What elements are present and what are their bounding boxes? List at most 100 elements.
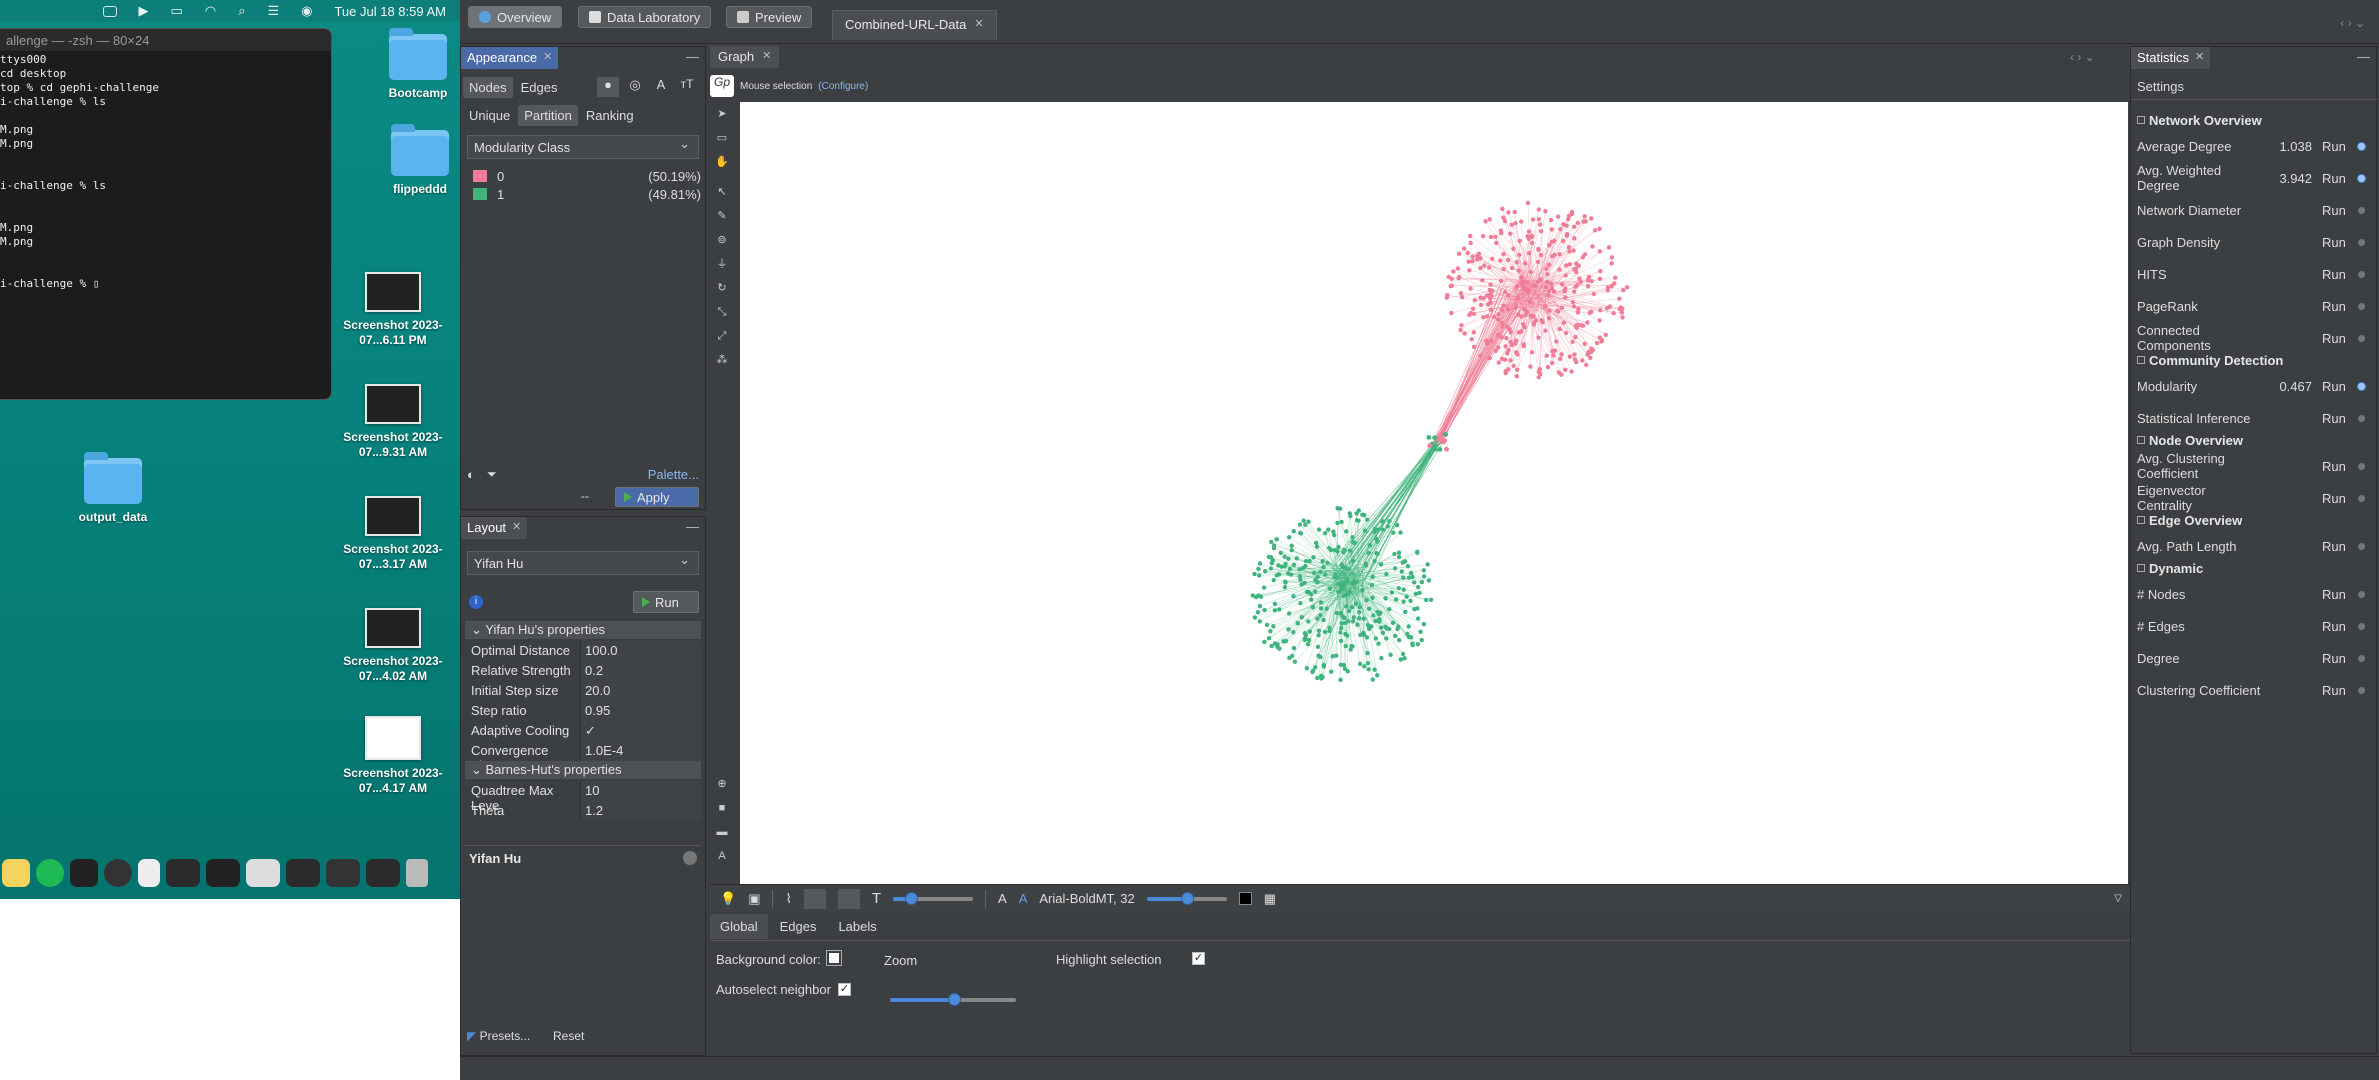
- node[interactable]: [1478, 302, 1484, 308]
- node[interactable]: [1603, 332, 1609, 337]
- stat-run-button[interactable]: Run: [2322, 683, 2350, 698]
- property-row[interactable]: Convergence Thres 1.0E-4: [465, 741, 701, 773]
- tab-global[interactable]: Global: [710, 914, 768, 939]
- node[interactable]: [1607, 304, 1613, 309]
- node-tool-icon[interactable]: ⁂: [714, 352, 730, 368]
- node[interactable]: [1433, 446, 1438, 452]
- stat-run-button[interactable]: Run: [2322, 267, 2350, 282]
- node[interactable]: [1268, 628, 1273, 634]
- slider-knob[interactable]: [1180, 891, 1194, 905]
- tab-statistics[interactable]: Statistics ✕: [2131, 47, 2211, 69]
- filter-icon[interactable]: ⏷: [487, 467, 497, 482]
- node[interactable]: [1282, 564, 1287, 569]
- node[interactable]: [1287, 655, 1292, 661]
- close-icon[interactable]: ✕: [543, 50, 552, 66]
- recent-window-icon[interactable]: [166, 859, 200, 887]
- node[interactable]: [1514, 373, 1519, 379]
- node[interactable]: [1484, 314, 1490, 319]
- node[interactable]: [1379, 655, 1384, 661]
- desktop-icon-screenshot-3[interactable]: Screenshot 2023-07...3.17 AM: [333, 496, 453, 572]
- node[interactable]: [1310, 668, 1316, 673]
- node[interactable]: [1536, 246, 1541, 252]
- node[interactable]: [1525, 200, 1531, 206]
- node[interactable]: [1365, 650, 1370, 656]
- node[interactable]: [1375, 551, 1380, 557]
- node[interactable]: [1343, 620, 1348, 626]
- overview-button[interactable]: Overview: [468, 6, 563, 28]
- node[interactable]: [1549, 227, 1554, 232]
- node[interactable]: [1617, 296, 1622, 301]
- node[interactable]: [1585, 283, 1591, 289]
- property-value[interactable]: 100.0: [580, 641, 701, 661]
- node[interactable]: [1286, 535, 1292, 540]
- node[interactable]: [1570, 339, 1575, 344]
- recent-window-icon[interactable]: [326, 859, 360, 887]
- node[interactable]: [1357, 616, 1362, 621]
- node[interactable]: [1365, 517, 1370, 522]
- node[interactable]: [1572, 357, 1578, 362]
- node[interactable]: [1399, 569, 1405, 574]
- network-graph[interactable]: [740, 102, 2128, 884]
- property-row[interactable]: Relative Strength 0.2: [465, 661, 701, 681]
- node[interactable]: [1592, 228, 1598, 233]
- node[interactable]: [1360, 512, 1365, 517]
- node[interactable]: [1564, 223, 1569, 228]
- node[interactable]: [1521, 343, 1526, 349]
- node[interactable]: [1563, 273, 1568, 278]
- node[interactable]: [1442, 438, 1448, 443]
- node[interactable]: [1301, 518, 1306, 523]
- gephi-app-icon[interactable]: [104, 859, 132, 887]
- node[interactable]: [1484, 293, 1490, 298]
- pointer-icon[interactable]: ➤: [714, 106, 730, 122]
- node[interactable]: [1340, 614, 1345, 619]
- node[interactable]: [1298, 530, 1303, 536]
- palette-link[interactable]: Palette...: [648, 467, 699, 482]
- node[interactable]: [1345, 669, 1350, 674]
- node[interactable]: [1350, 535, 1355, 540]
- size-icon[interactable]: ◎: [625, 77, 645, 97]
- node[interactable]: [1396, 550, 1402, 555]
- property-value[interactable]: 10: [580, 781, 701, 801]
- lightbulb-icon[interactable]: 💡: [720, 891, 736, 907]
- node[interactable]: [1481, 296, 1486, 301]
- node[interactable]: [1274, 537, 1279, 542]
- node[interactable]: [1525, 234, 1530, 239]
- wifi-icon[interactable]: ◠: [205, 3, 216, 19]
- node[interactable]: [1466, 259, 1471, 264]
- node[interactable]: [1449, 276, 1454, 282]
- node[interactable]: [1348, 513, 1353, 519]
- node[interactable]: [1489, 338, 1494, 343]
- stat-run-button[interactable]: Run: [2322, 139, 2350, 154]
- node[interactable]: [1508, 231, 1513, 237]
- stat-run-button[interactable]: Run: [2322, 539, 2350, 554]
- node[interactable]: [1357, 661, 1363, 667]
- node[interactable]: [1493, 234, 1498, 240]
- node[interactable]: [1366, 551, 1371, 556]
- stat-report-icon[interactable]: [2358, 142, 2365, 150]
- node[interactable]: [1306, 637, 1312, 643]
- stat-run-button[interactable]: Run: [2322, 235, 2350, 250]
- node[interactable]: [1571, 248, 1576, 253]
- node[interactable]: [1467, 268, 1472, 273]
- node[interactable]: [1512, 209, 1517, 215]
- collapse-icon[interactable]: [2137, 436, 2145, 444]
- tab-graph[interactable]: Graph ✕: [710, 46, 780, 68]
- node[interactable]: [1513, 341, 1518, 346]
- node[interactable]: [1366, 667, 1371, 672]
- node[interactable]: [1511, 363, 1516, 369]
- node[interactable]: [1316, 527, 1322, 532]
- node[interactable]: [1289, 543, 1294, 548]
- partition-row[interactable]: 1 (49.81%): [473, 185, 701, 203]
- tab-labels[interactable]: Labels: [828, 914, 886, 939]
- node[interactable]: [1462, 331, 1467, 336]
- node[interactable]: [1425, 562, 1430, 567]
- node[interactable]: [1598, 307, 1603, 313]
- node[interactable]: [1344, 529, 1349, 534]
- node[interactable]: [1415, 616, 1421, 621]
- stat-report-icon[interactable]: [2358, 238, 2365, 246]
- node[interactable]: [1261, 585, 1267, 590]
- stat-section-header[interactable]: Node Overview: [2131, 431, 2373, 449]
- screenshot-icon[interactable]: ▣: [748, 891, 760, 907]
- partition-color-swatch[interactable]: [473, 170, 487, 182]
- node[interactable]: [1328, 669, 1334, 674]
